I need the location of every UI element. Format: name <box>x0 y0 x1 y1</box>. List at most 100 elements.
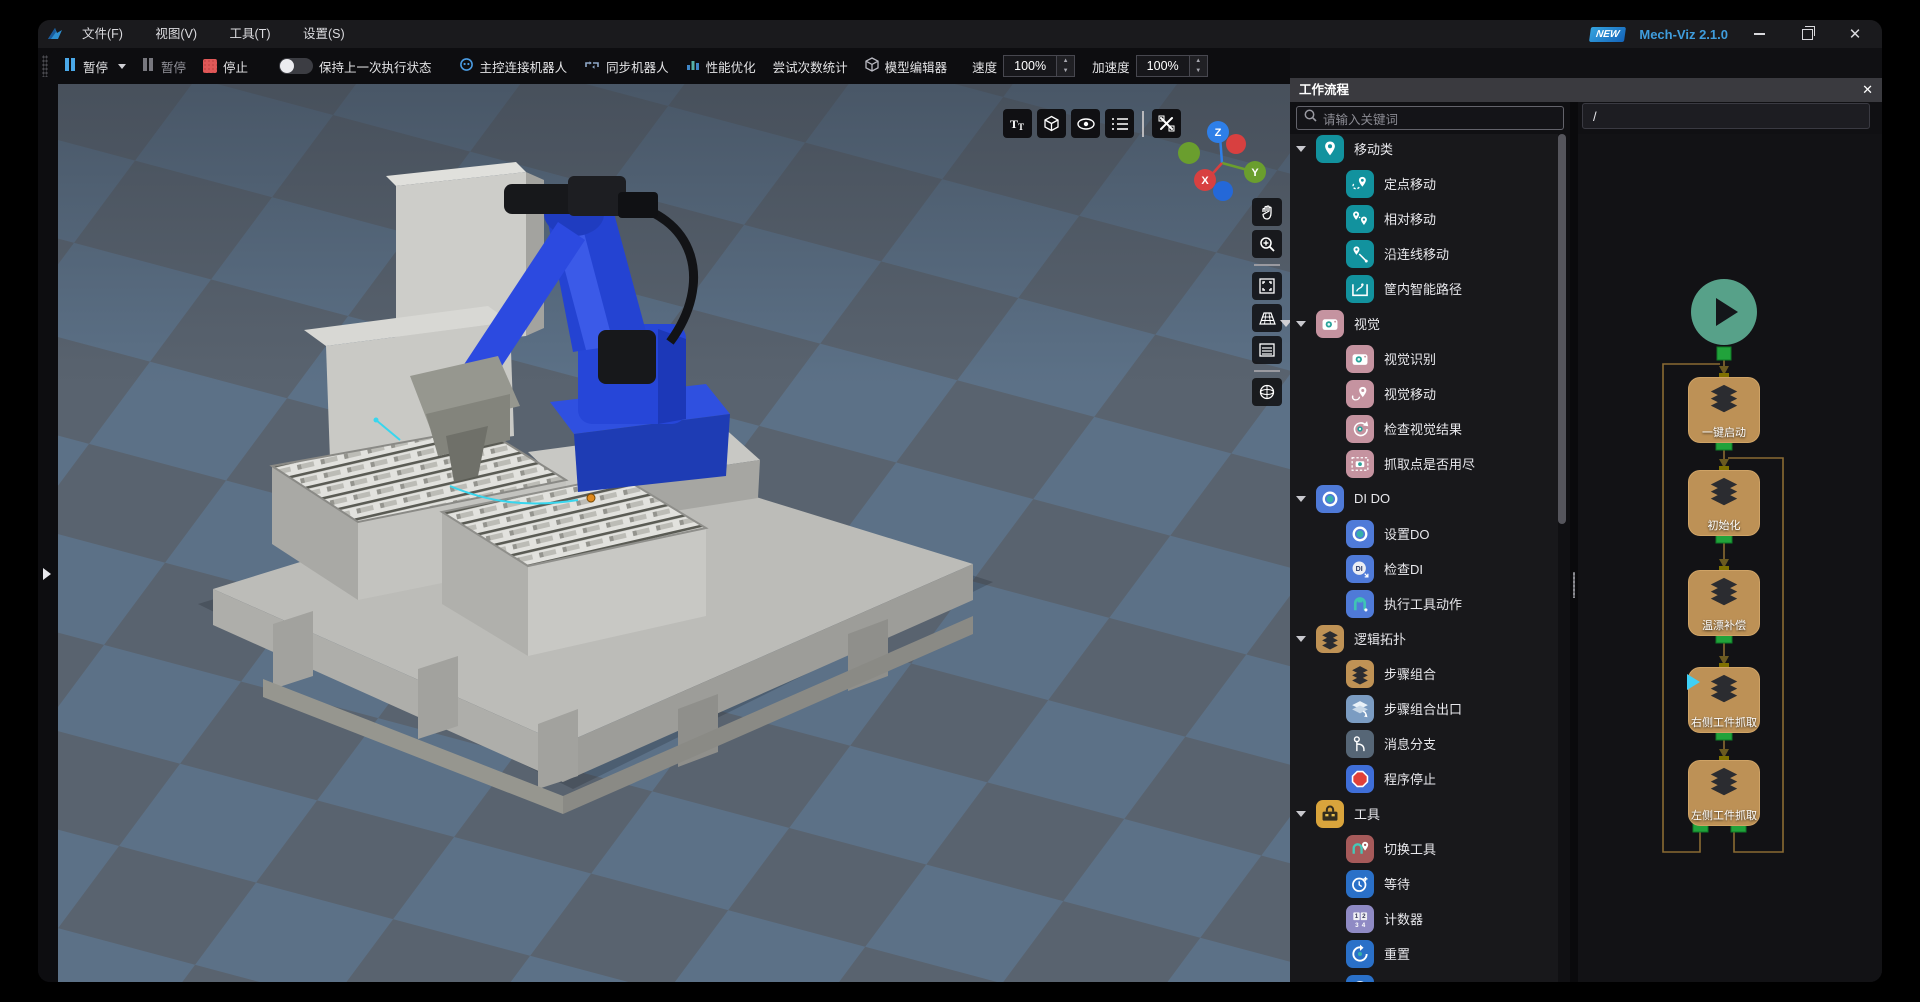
minimize-button[interactable] <box>1742 22 1776 46</box>
app-title: Mech-Viz 2.1.0 <box>1639 27 1728 42</box>
performance-button[interactable]: 性能优化 <box>686 57 756 76</box>
stop-octagon-icon <box>1346 765 1374 793</box>
library-item[interactable]: 视觉识别 <box>1290 344 1558 373</box>
toolbox-icon <box>1316 800 1344 828</box>
chevron-down-icon[interactable] <box>118 64 126 69</box>
workflow-node[interactable]: 初始化 <box>1688 470 1760 536</box>
stop-button[interactable]: 停止 <box>203 57 248 76</box>
globe-button[interactable] <box>1252 378 1282 406</box>
run-workflow-button[interactable] <box>1691 279 1757 345</box>
library-item[interactable]: 执行工具动作 <box>1290 589 1558 618</box>
library-item[interactable]: 沿连线移动 <box>1290 239 1558 268</box>
library-section[interactable]: 逻辑拓扑 <box>1290 624 1558 653</box>
spinner-arrows[interactable]: ▲▼ <box>1190 55 1208 77</box>
library-section[interactable]: 移动类 <box>1290 134 1558 163</box>
library-item[interactable]: 筐内智能路径 <box>1290 274 1558 303</box>
close-panel-button[interactable]: ✕ <box>1862 78 1873 102</box>
3d-viewport[interactable]: TT <box>58 84 1290 982</box>
scrollbar-thumb[interactable] <box>1558 134 1566 524</box>
workflow-node[interactable]: 温漂补偿 <box>1688 570 1760 636</box>
library-item[interactable]: 1234计数器 <box>1290 904 1558 933</box>
speed-spinner[interactable]: 100% ▲▼ <box>1003 55 1075 77</box>
menu-file[interactable]: 文件(F) <box>68 20 137 48</box>
library-item[interactable]: 程序停止 <box>1290 764 1558 793</box>
workflow-node[interactable]: 一键启动 <box>1688 377 1760 443</box>
measure-tools-button[interactable] <box>1152 109 1181 138</box>
accel-spinner[interactable]: 100% ▲▼ <box>1136 55 1208 77</box>
item-label: 消息分支 <box>1384 734 1436 753</box>
menu-settings[interactable]: 设置(S) <box>289 20 359 48</box>
library-item[interactable]: 等待 <box>1290 869 1558 898</box>
library-item[interactable]: 检查视觉结果 <box>1290 414 1558 443</box>
model-editor-button[interactable]: 模型编辑器 <box>865 57 948 76</box>
panel-divider[interactable] <box>1570 102 1578 982</box>
sync-robot-button[interactable]: 同步机器人 <box>584 57 669 76</box>
library-item[interactable]: 完成检查 <box>1290 974 1558 982</box>
ring-icon <box>1346 520 1374 548</box>
master-control-button[interactable]: 主控连接机器人 <box>459 57 568 76</box>
library-section[interactable]: DI DO <box>1290 484 1558 513</box>
pause-button[interactable]: 暂停 <box>65 57 126 76</box>
library-item[interactable]: 抓取点是否用尽 <box>1290 449 1558 478</box>
wireframe-cube-button[interactable] <box>1037 109 1066 138</box>
eye-button[interactable] <box>1071 109 1100 138</box>
perspective-grid-button[interactable] <box>1252 304 1282 332</box>
library-item[interactable]: 视觉移动 <box>1290 379 1558 408</box>
workflow-panel-header: 工作流程 ✕ <box>1290 78 1882 102</box>
workflow-graph[interactable]: 一键启动初始化温漂补偿右侧工件抓取左侧工件抓取 <box>1578 134 1882 982</box>
library-item[interactable]: 消息分支 <box>1290 729 1558 758</box>
toolbar-separator <box>1142 111 1144 137</box>
search-input[interactable]: 请输入关键词 <box>1296 106 1564 130</box>
library-section[interactable]: 工具 <box>1290 799 1558 828</box>
play-icon <box>1716 298 1738 326</box>
close-button[interactable]: ✕ <box>1838 22 1872 46</box>
keep-state-toggle[interactable]: 保持上一次执行状态 <box>279 57 432 76</box>
library-item[interactable]: 设置DO <box>1290 519 1558 548</box>
library-item[interactable]: 切换工具 <box>1290 834 1558 863</box>
camera-icon <box>1346 345 1374 373</box>
toolbar-grip[interactable] <box>42 55 48 77</box>
caret-down-icon[interactable] <box>1296 321 1306 327</box>
expand-panel-arrow-icon[interactable] <box>43 568 51 580</box>
menu-view[interactable]: 视图(V) <box>141 20 211 48</box>
app-window: 文件(F) 视图(V) 工具(T) 设置(S) NEW Mech-Viz 2.1… <box>38 20 1882 982</box>
camera-check-icon <box>1346 415 1374 443</box>
restore-button[interactable] <box>1790 22 1824 46</box>
caret-down-icon[interactable] <box>1296 811 1306 817</box>
library-item[interactable]: DI检查DI <box>1290 554 1558 583</box>
axis-gizmo[interactable]: Z Y X <box>1178 104 1268 209</box>
svg-text:1: 1 <box>1355 913 1359 920</box>
section-label: 工具 <box>1354 804 1380 823</box>
zoom-in-button[interactable] <box>1252 230 1282 258</box>
library-item[interactable]: 步骤组合出口 <box>1290 694 1558 723</box>
svg-text:3: 3 <box>1355 921 1359 928</box>
spinner-arrows[interactable]: ▲▼ <box>1057 55 1075 77</box>
toggle-switch[interactable] <box>279 58 313 74</box>
panel-lines-button[interactable] <box>1252 336 1282 364</box>
workflow-node[interactable]: 右侧工件抓取 <box>1688 667 1760 733</box>
attempts-stats-button[interactable]: 尝试次数统计 <box>773 57 848 76</box>
library-item[interactable]: 相对移动 <box>1290 204 1558 233</box>
library-item[interactable]: 重置 <box>1290 939 1558 968</box>
workflow-node[interactable]: 左侧工件抓取 <box>1688 760 1760 826</box>
library-item[interactable]: 定点移动 <box>1290 169 1558 198</box>
caret-down-icon[interactable] <box>1296 496 1306 502</box>
fit-view-button[interactable] <box>1252 272 1282 300</box>
item-label: 设置DO <box>1384 524 1430 543</box>
axis-neg-y-ball[interactable] <box>1178 142 1200 164</box>
library-section[interactable]: 视觉 <box>1290 309 1558 338</box>
axis-neg-z-ball[interactable] <box>1213 181 1233 201</box>
search-icon <box>1304 109 1317 127</box>
axis-z-label: Z <box>1215 127 1222 139</box>
text-size-button[interactable]: TT <box>1003 109 1032 138</box>
menu-tools[interactable]: 工具(T) <box>216 20 285 48</box>
caret-down-icon[interactable] <box>1296 146 1306 152</box>
accel-control: 加速度 100% ▲▼ <box>1092 55 1208 77</box>
axis-neg-x-ball[interactable] <box>1226 134 1246 154</box>
library-item[interactable]: 步骤组合 <box>1290 659 1558 688</box>
caret-down-icon[interactable] <box>1296 636 1306 642</box>
list-button[interactable] <box>1105 109 1134 138</box>
pan-hand-button[interactable] <box>1252 198 1282 226</box>
graph-path-input[interactable]: / <box>1582 103 1870 129</box>
pause-secondary-button[interactable]: 暂停 <box>143 57 186 76</box>
